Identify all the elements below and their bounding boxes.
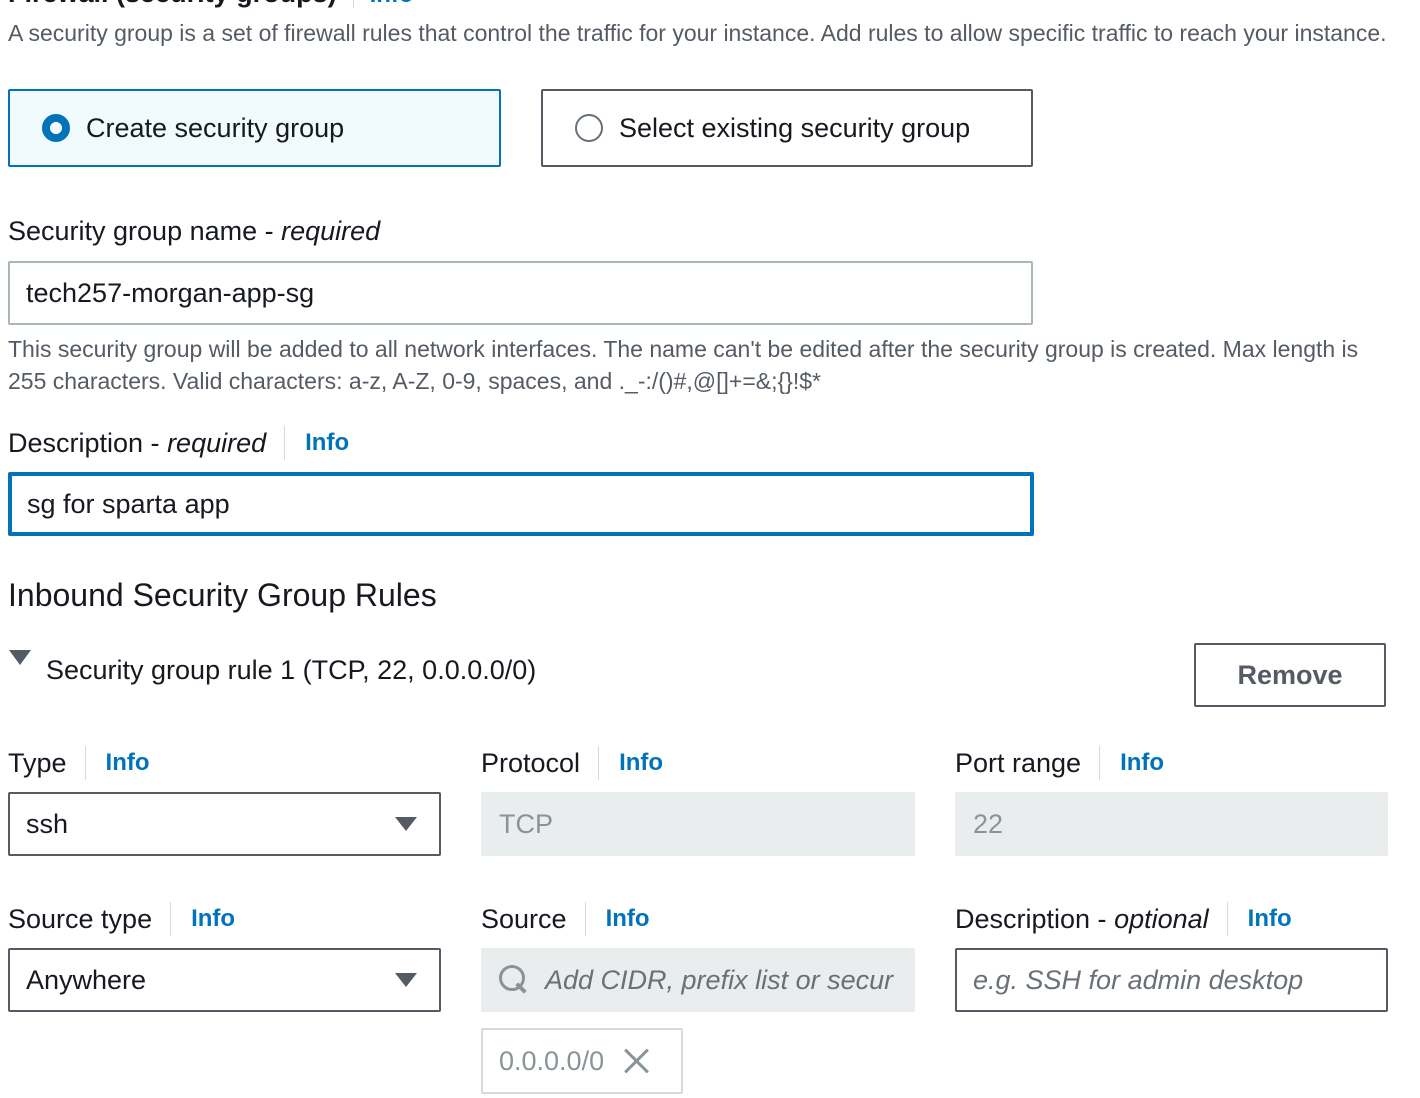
type-label-text: Type (8, 747, 67, 778)
label-divider (84, 746, 86, 780)
create-security-group-option[interactable]: Create security group (8, 89, 501, 167)
rule-description-label: Description - optional Info (955, 900, 1292, 938)
source-token-value: 0.0.0.0/0 (499, 1045, 605, 1076)
collapse-caret-icon[interactable] (9, 650, 31, 665)
rule-description-info-link[interactable]: Info (1248, 905, 1292, 933)
source-type-label-text: Source type (8, 903, 153, 934)
source-token: 0.0.0.0/0 (481, 1028, 683, 1094)
port-range-label-text: Port range (955, 747, 1082, 778)
port-range-label: Port range Info (955, 744, 1164, 782)
sg-description-input[interactable]: sg for sparta app (8, 472, 1034, 536)
label-divider (598, 746, 600, 780)
search-icon (499, 965, 529, 995)
source-placeholder: Add CIDR, prefix list or secur (545, 964, 894, 995)
source-type-select[interactable]: Anywhere (8, 948, 441, 1012)
type-select[interactable]: ssh (8, 792, 441, 856)
label-divider (170, 902, 172, 936)
protocol-input: TCP (481, 792, 915, 856)
sg-description-value: sg for sparta app (27, 488, 230, 519)
protocol-value: TCP (499, 808, 553, 839)
type-info-link[interactable]: Info (106, 749, 150, 777)
label-divider (1099, 746, 1101, 780)
rule-description-placeholder: e.g. SSH for admin desktop (973, 964, 1304, 995)
sg-description-info-link[interactable]: Info (305, 429, 349, 457)
port-range-info-link[interactable]: Info (1120, 749, 1164, 777)
protocol-label: Protocol Info (481, 744, 663, 782)
source-label-text: Source (481, 903, 567, 934)
label-divider (1226, 902, 1228, 936)
label-divider (284, 426, 286, 460)
sg-description-label: Description - required Info (8, 424, 349, 462)
radio-unselected-icon[interactable] (575, 114, 603, 142)
rule-description-optional: optional (1114, 903, 1209, 934)
source-type-label: Source type Info (8, 900, 235, 938)
sg-description-required: required (167, 427, 267, 458)
rule-1-title[interactable]: Security group rule 1 (TCP, 22, 0.0.0.0/… (46, 655, 536, 686)
source-search-input[interactable]: Add CIDR, prefix list or secur (481, 948, 915, 1012)
sg-name-help: This security group will be added to all… (8, 336, 1359, 394)
source-type-info-link[interactable]: Info (191, 905, 235, 933)
port-range-value: 22 (973, 808, 1004, 839)
select-existing-security-group-option[interactable]: Select existing security group (541, 89, 1033, 167)
title-divider (352, 0, 354, 8)
protocol-label-text: Protocol (481, 747, 581, 778)
create-security-group-label: Create security group (86, 112, 345, 143)
port-range-input: 22 (955, 792, 1388, 856)
source-label: Source Info (481, 900, 650, 938)
sg-name-value: tech257-morgan-app-sg (26, 277, 315, 308)
firewall-info-link[interactable]: Info (370, 0, 414, 8)
firewall-section-title: Firewall (security groups) Info (8, 0, 414, 9)
rule-description-label-text: Description - (955, 903, 1107, 934)
rule-description-input[interactable]: e.g. SSH for admin desktop (955, 948, 1388, 1012)
sg-name-required: required (281, 215, 381, 246)
remove-rule-button[interactable]: Remove (1194, 643, 1386, 707)
select-existing-security-group-label: Select existing security group (619, 112, 971, 143)
source-info-link[interactable]: Info (606, 905, 650, 933)
protocol-info-link[interactable]: Info (619, 749, 663, 777)
radio-selected-icon[interactable] (42, 114, 70, 142)
source-type-value: Anywhere (26, 964, 147, 995)
dropdown-caret-icon (395, 817, 417, 831)
sg-name-label-text: Security group name - (8, 215, 274, 246)
label-divider (584, 902, 586, 936)
sg-description-label-text: Description - (8, 427, 160, 458)
type-label: Type Info (8, 744, 150, 782)
dropdown-caret-icon (395, 973, 417, 987)
firewall-title-text: Firewall (security groups) (8, 0, 337, 8)
sg-name-label: Security group name - required (8, 212, 380, 250)
firewall-description: A security group is a set of firewall ru… (8, 20, 1387, 46)
sg-name-input[interactable]: tech257-morgan-app-sg (8, 261, 1033, 325)
remove-token-icon[interactable] (622, 1047, 650, 1075)
inbound-rules-heading: Inbound Security Group Rules (8, 577, 437, 613)
type-value: ssh (26, 808, 69, 839)
